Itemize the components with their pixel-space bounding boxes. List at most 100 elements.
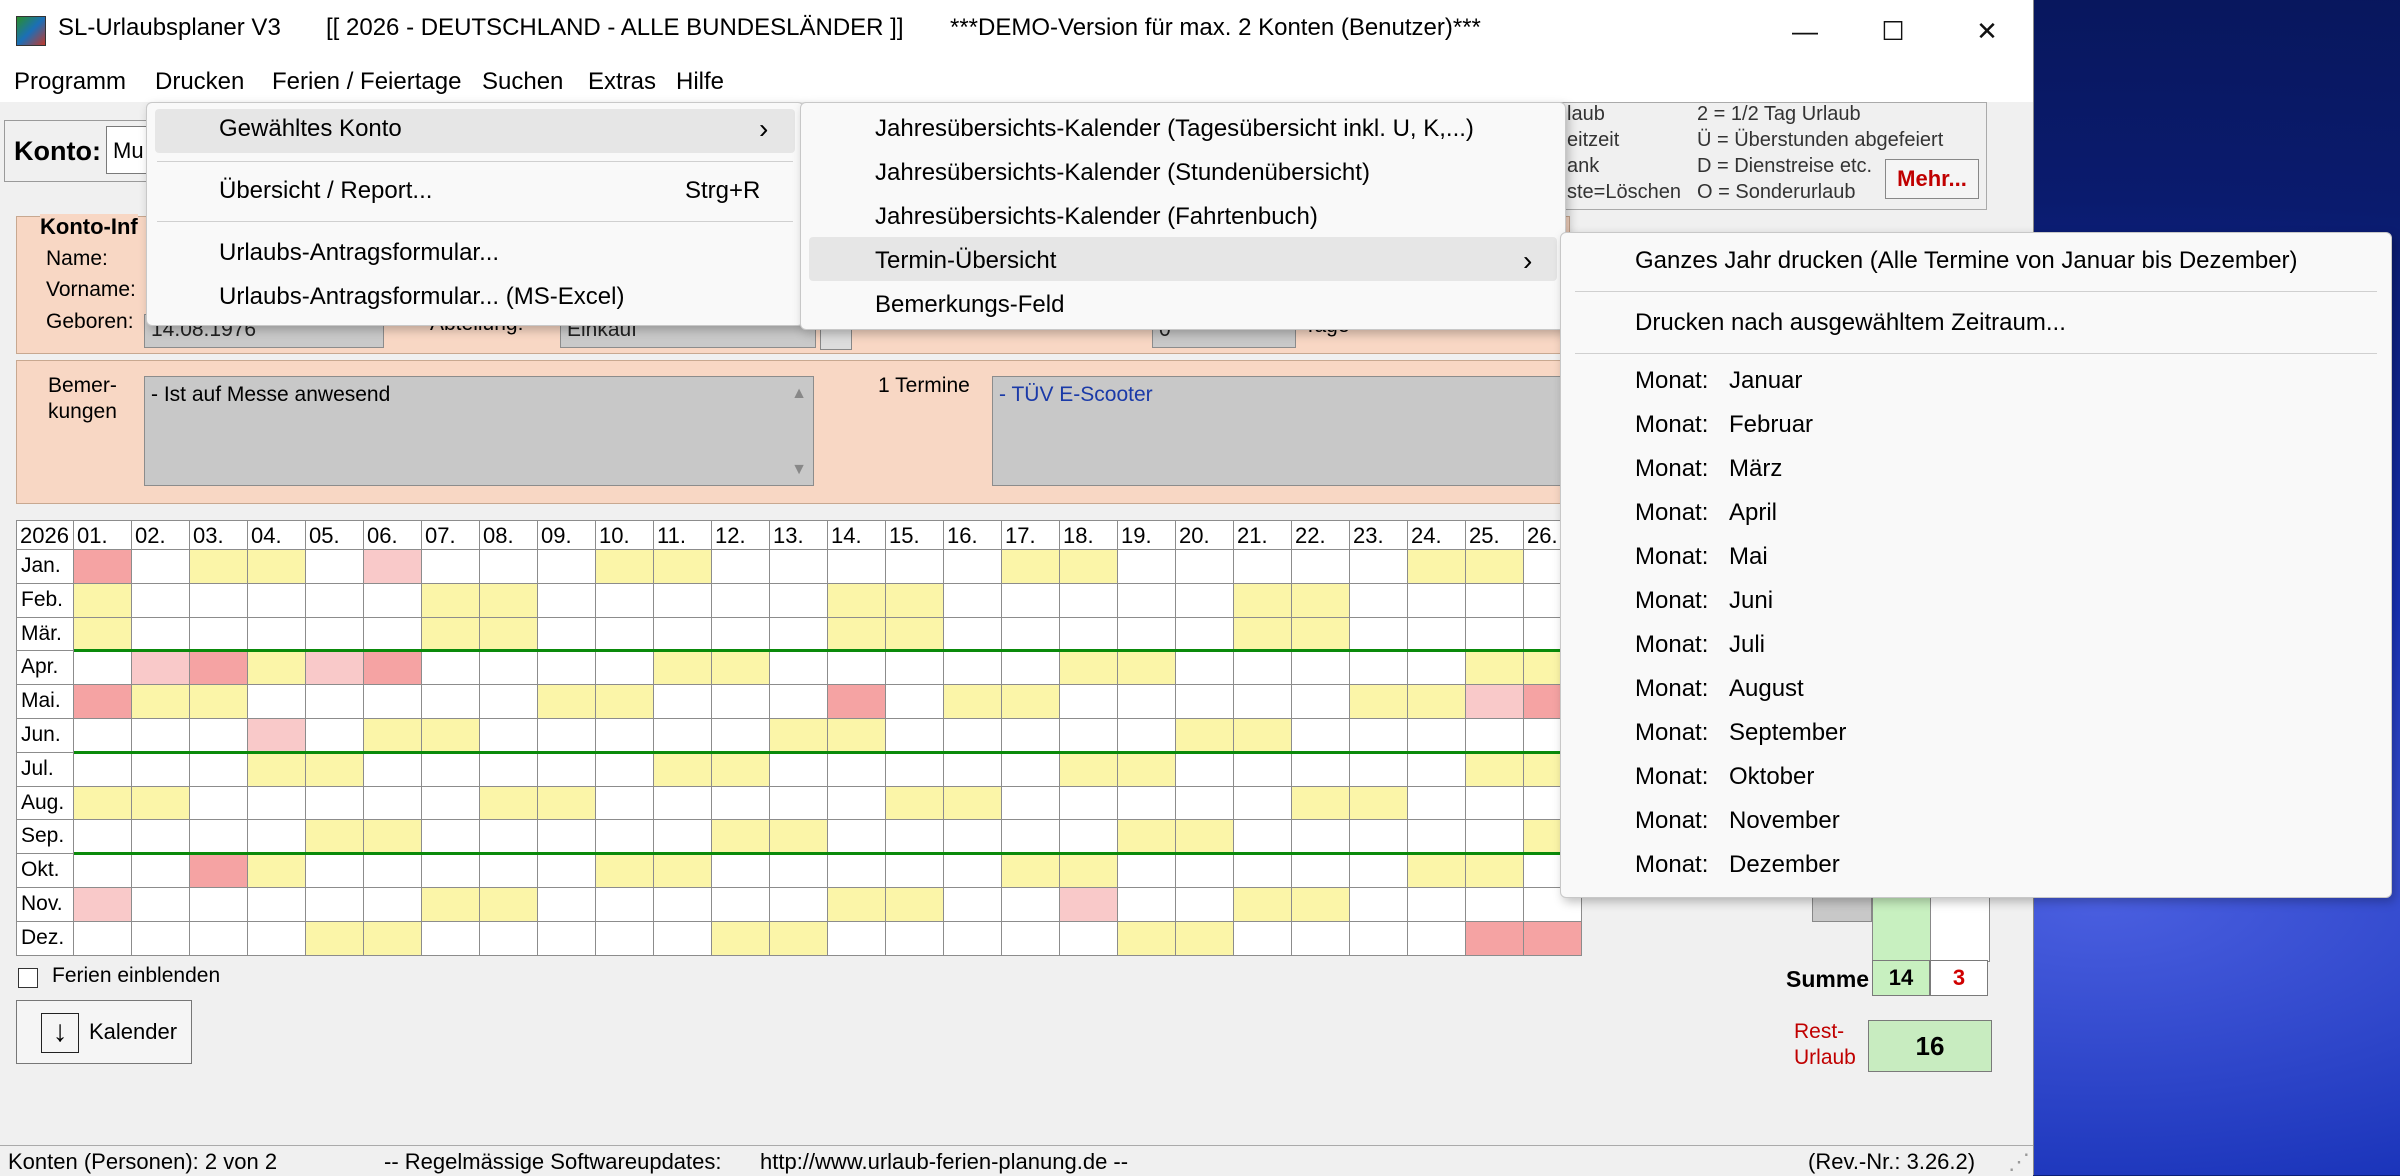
day-cell[interactable] xyxy=(1118,786,1176,821)
day-cell[interactable] xyxy=(1292,617,1350,652)
day-cell[interactable] xyxy=(306,617,364,652)
day-cell[interactable] xyxy=(1524,921,1582,956)
day-cell[interactable] xyxy=(828,921,886,956)
day-cell[interactable] xyxy=(712,854,770,888)
menu-jahres-tagesuebersicht[interactable]: Jahresübersichts-Kalender (Tagesübersich… xyxy=(875,115,1474,143)
menu-month-5[interactable]: Mai xyxy=(1729,543,1768,571)
day-cell[interactable] xyxy=(1292,921,1350,956)
day-cell[interactable] xyxy=(364,752,422,787)
day-cell[interactable] xyxy=(944,583,1002,618)
day-cell[interactable] xyxy=(1002,550,1060,584)
day-cell[interactable] xyxy=(828,719,886,753)
day-cell[interactable] xyxy=(1350,820,1408,855)
day-cell[interactable] xyxy=(944,786,1002,821)
day-cell[interactable] xyxy=(306,854,364,888)
day-cell[interactable] xyxy=(886,583,944,618)
day-cell[interactable] xyxy=(654,854,712,888)
day-cell[interactable] xyxy=(364,820,422,855)
day-cell[interactable] xyxy=(596,550,654,584)
day-cell[interactable] xyxy=(1350,921,1408,956)
day-cell[interactable] xyxy=(132,786,190,821)
day-cell[interactable] xyxy=(538,617,596,652)
day-cell[interactable] xyxy=(1292,651,1350,686)
day-cell[interactable] xyxy=(1176,752,1234,787)
day-cell[interactable] xyxy=(190,854,248,888)
day-cell[interactable] xyxy=(1176,921,1234,956)
day-cell[interactable] xyxy=(770,583,828,618)
day-cell[interactable] xyxy=(190,752,248,787)
day-cell[interactable] xyxy=(1002,854,1060,888)
day-cell[interactable] xyxy=(712,786,770,821)
day-cell[interactable] xyxy=(538,651,596,686)
day-cell[interactable] xyxy=(712,921,770,956)
menu-urlaubs-antrag[interactable]: Urlaubs-Antragsformular... xyxy=(219,239,499,267)
day-cell[interactable] xyxy=(712,820,770,855)
menu-hilfe[interactable]: Hilfe xyxy=(676,68,724,96)
day-cell[interactable] xyxy=(480,685,538,719)
menu-urlaubs-antrag-excel[interactable]: Urlaubs-Antragsformular... (MS-Excel) xyxy=(219,283,624,311)
day-cell[interactable] xyxy=(364,921,422,956)
day-cell[interactable] xyxy=(1002,685,1060,719)
day-cell[interactable] xyxy=(422,888,480,922)
day-cell[interactable] xyxy=(190,617,248,652)
day-cell[interactable] xyxy=(1408,685,1466,719)
menu-month-3[interactable]: März xyxy=(1729,455,1782,483)
day-cell[interactable] xyxy=(886,651,944,686)
menu-month-7[interactable]: Juli xyxy=(1729,631,1765,659)
day-cell[interactable] xyxy=(1292,786,1350,821)
day-cell[interactable] xyxy=(306,752,364,787)
minimize-icon[interactable]: — xyxy=(1770,8,1840,54)
day-cell[interactable] xyxy=(1002,888,1060,922)
day-cell[interactable] xyxy=(422,651,480,686)
day-cell[interactable] xyxy=(886,685,944,719)
day-cell[interactable] xyxy=(1234,583,1292,618)
menu-month-9[interactable]: September xyxy=(1729,719,1846,747)
kalender-button[interactable]: ↓ Kalender xyxy=(16,1000,192,1064)
day-cell[interactable] xyxy=(306,685,364,719)
day-cell[interactable] xyxy=(132,685,190,719)
day-cell[interactable] xyxy=(712,888,770,922)
termine-textarea[interactable]: - TÜV E-Scooter xyxy=(992,376,1572,486)
day-cell[interactable] xyxy=(654,617,712,652)
day-cell[interactable] xyxy=(480,651,538,686)
day-cell[interactable] xyxy=(1292,888,1350,922)
day-cell[interactable] xyxy=(132,888,190,922)
day-cell[interactable] xyxy=(1292,854,1350,888)
day-cell[interactable] xyxy=(1466,583,1524,618)
day-cell[interactable] xyxy=(1408,888,1466,922)
day-cell[interactable] xyxy=(74,921,132,956)
day-cell[interactable] xyxy=(1118,719,1176,753)
day-cell[interactable] xyxy=(1234,752,1292,787)
day-cell[interactable] xyxy=(306,719,364,753)
day-cell[interactable] xyxy=(538,550,596,584)
day-cell[interactable] xyxy=(886,752,944,787)
day-cell[interactable] xyxy=(190,550,248,584)
day-cell[interactable] xyxy=(1060,752,1118,787)
day-cell[interactable] xyxy=(770,685,828,719)
day-cell[interactable] xyxy=(248,719,306,753)
day-cell[interactable] xyxy=(770,550,828,584)
day-cell[interactable] xyxy=(654,651,712,686)
day-cell[interactable] xyxy=(1060,786,1118,821)
day-cell[interactable] xyxy=(248,786,306,821)
day-cell[interactable] xyxy=(422,617,480,652)
day-cell[interactable] xyxy=(1408,550,1466,584)
day-cell[interactable] xyxy=(422,719,480,753)
status-url[interactable]: http://www.urlaub-ferien-planung.de -- xyxy=(760,1149,1128,1175)
day-cell[interactable] xyxy=(770,888,828,922)
day-cell[interactable] xyxy=(1466,685,1524,719)
day-cell[interactable] xyxy=(1466,550,1524,584)
day-cell[interactable] xyxy=(712,685,770,719)
day-cell[interactable] xyxy=(480,888,538,922)
day-cell[interactable] xyxy=(74,583,132,618)
day-cell[interactable] xyxy=(1002,617,1060,652)
day-cell[interactable] xyxy=(306,820,364,855)
day-cell[interactable] xyxy=(364,651,422,686)
day-cell[interactable] xyxy=(74,617,132,652)
day-cell[interactable] xyxy=(538,752,596,787)
menu-month-4[interactable]: April xyxy=(1729,499,1777,527)
day-cell[interactable] xyxy=(480,921,538,956)
day-cell[interactable] xyxy=(248,617,306,652)
day-cell[interactable] xyxy=(1466,651,1524,686)
day-cell[interactable] xyxy=(654,786,712,821)
